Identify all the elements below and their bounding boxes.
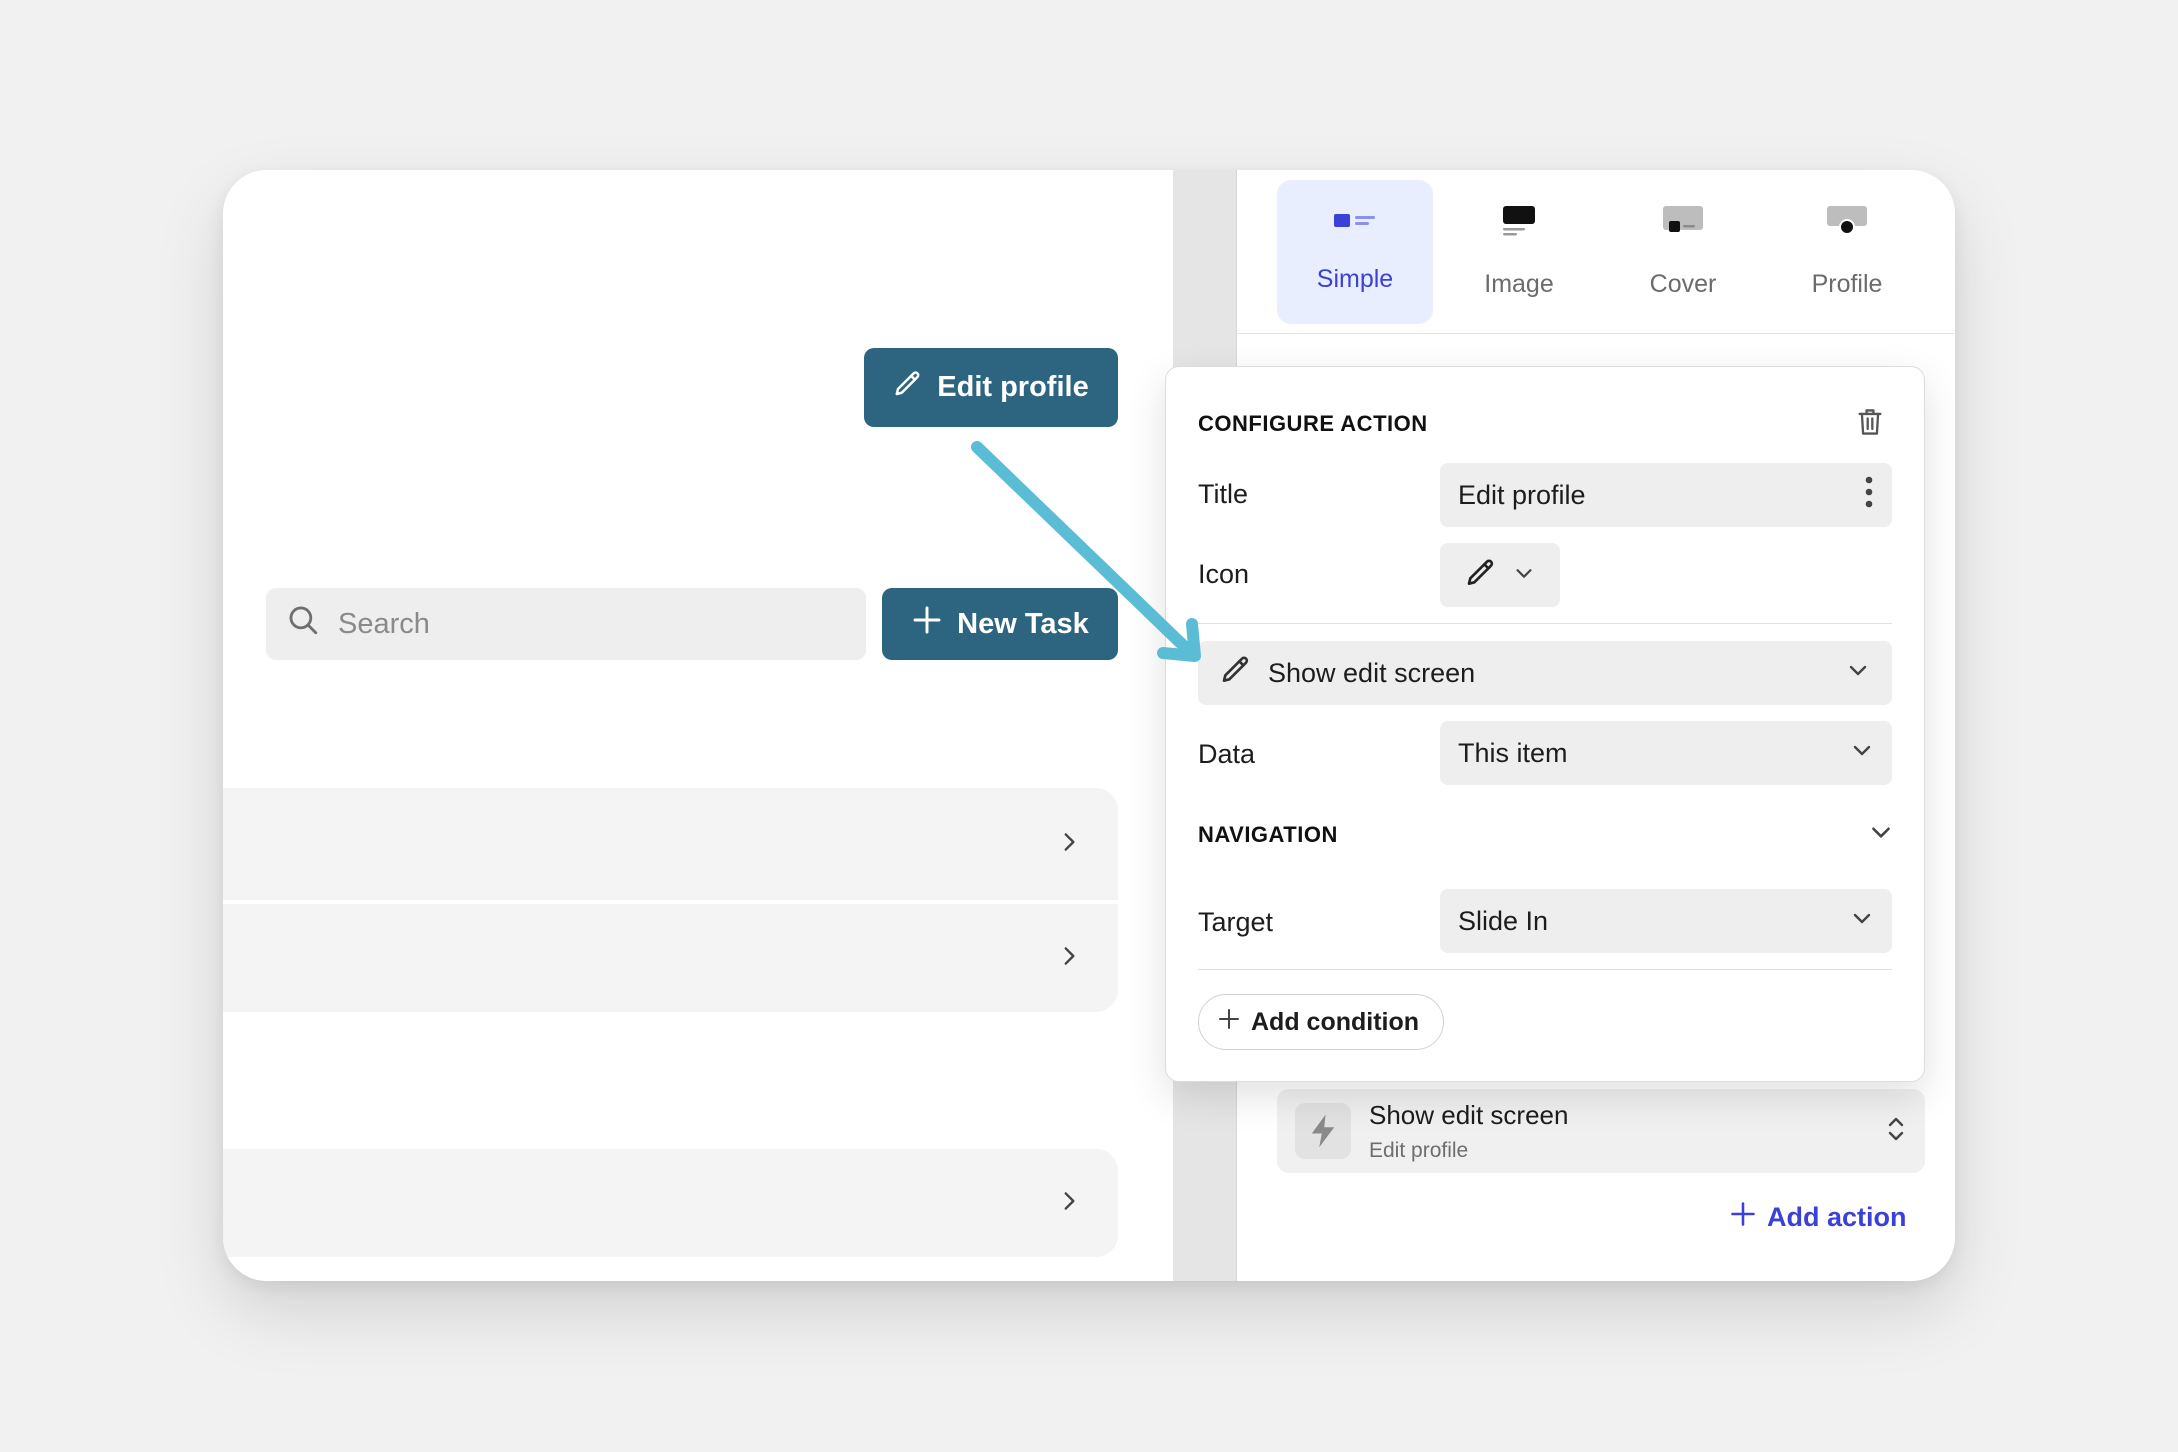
- style-tab-label: Simple: [1316, 265, 1394, 293]
- search-icon: [286, 603, 320, 645]
- list-item[interactable]: [223, 788, 1118, 900]
- chevron-down-icon[interactable]: [1868, 819, 1894, 850]
- navigation-heading: NAVIGATION: [1198, 822, 1338, 847]
- profile-style-icon: [1825, 205, 1869, 244]
- edit-profile-button[interactable]: Edit profile: [864, 348, 1118, 427]
- new-task-label: New Task: [957, 607, 1089, 640]
- chevron-right-icon: [1056, 1188, 1082, 1219]
- action-item[interactable]: Show edit screen Edit profile: [1277, 1089, 1925, 1173]
- data-value: This item: [1458, 737, 1568, 768]
- section-divider: [1237, 333, 1955, 334]
- style-tab-label: Profile: [1811, 270, 1883, 298]
- configure-action-popover: CONFIGURE ACTION Title Edit profile Icon…: [1165, 366, 1925, 1082]
- title-label: Title: [1198, 479, 1249, 509]
- simple-style-icon: [1333, 210, 1377, 239]
- style-tab-image[interactable]: Image: [1441, 180, 1597, 324]
- add-action-button[interactable]: Add action: [1729, 1200, 1907, 1235]
- separator: [1198, 623, 1892, 624]
- title-value: Edit profile: [1458, 479, 1586, 510]
- style-picker: Simple Image Cover Profile: [1277, 180, 1925, 324]
- search-placeholder: Search: [338, 607, 430, 640]
- add-condition-button[interactable]: Add condition: [1198, 994, 1445, 1050]
- target-label: Target: [1198, 907, 1274, 937]
- separator: [1198, 969, 1892, 970]
- list-item[interactable]: [223, 900, 1118, 1012]
- action-subtitle: Edit profile: [1369, 1138, 1469, 1162]
- style-tab-cover[interactable]: Cover: [1605, 180, 1761, 324]
- new-task-button[interactable]: New Task: [882, 588, 1118, 660]
- search-input[interactable]: Search: [266, 588, 866, 660]
- style-tab-simple[interactable]: Simple: [1277, 180, 1433, 324]
- target-select[interactable]: Slide In: [1440, 889, 1892, 953]
- configure-action-heading: CONFIGURE ACTION: [1198, 411, 1428, 436]
- pencil-icon: [893, 369, 923, 407]
- action-type-select[interactable]: Show edit screen: [1198, 641, 1892, 705]
- plus-icon: [911, 604, 943, 644]
- list-item[interactable]: [223, 1149, 1118, 1257]
- edit-profile-label: Edit profile: [937, 371, 1089, 403]
- style-tab-label: Image: [1484, 270, 1554, 298]
- action-type-value: Show edit screen: [1268, 657, 1476, 688]
- list-group: [223, 788, 1118, 1012]
- reorder-icon[interactable]: [1885, 1114, 1907, 1149]
- image-style-icon: [1497, 205, 1541, 244]
- plus-icon: [1217, 1007, 1241, 1038]
- action-title: Show edit screen: [1369, 1099, 1569, 1130]
- bolt-icon: [1295, 1103, 1351, 1159]
- add-action-label: Add action: [1767, 1202, 1907, 1232]
- chevron-down-icon: [1850, 738, 1874, 769]
- more-vertical-icon[interactable]: [1864, 474, 1874, 517]
- icon-picker[interactable]: [1440, 543, 1560, 607]
- style-tab-profile[interactable]: Profile: [1769, 180, 1925, 324]
- pencil-icon: [1220, 654, 1252, 693]
- chevron-down-icon: [1846, 658, 1870, 689]
- list-group: [223, 1149, 1118, 1257]
- add-condition-label: Add condition: [1251, 1007, 1420, 1036]
- title-input[interactable]: Edit profile: [1440, 463, 1892, 527]
- data-label: Data: [1198, 739, 1256, 769]
- data-select[interactable]: This item: [1440, 721, 1892, 785]
- screen-preview: Edit profile Search New Task: [223, 170, 1173, 1281]
- style-tab-label: Cover: [1649, 270, 1717, 298]
- plus-icon: [1729, 1200, 1757, 1235]
- chevron-right-icon: [1056, 829, 1082, 860]
- target-value: Slide In: [1458, 905, 1549, 936]
- icon-label: Icon: [1198, 559, 1250, 589]
- pencil-icon: [1465, 557, 1497, 594]
- trash-icon[interactable]: [1856, 407, 1884, 442]
- chevron-right-icon: [1056, 943, 1082, 974]
- cover-style-icon: [1661, 205, 1705, 244]
- chevron-down-icon: [1850, 906, 1874, 937]
- chevron-down-icon: [1513, 562, 1535, 589]
